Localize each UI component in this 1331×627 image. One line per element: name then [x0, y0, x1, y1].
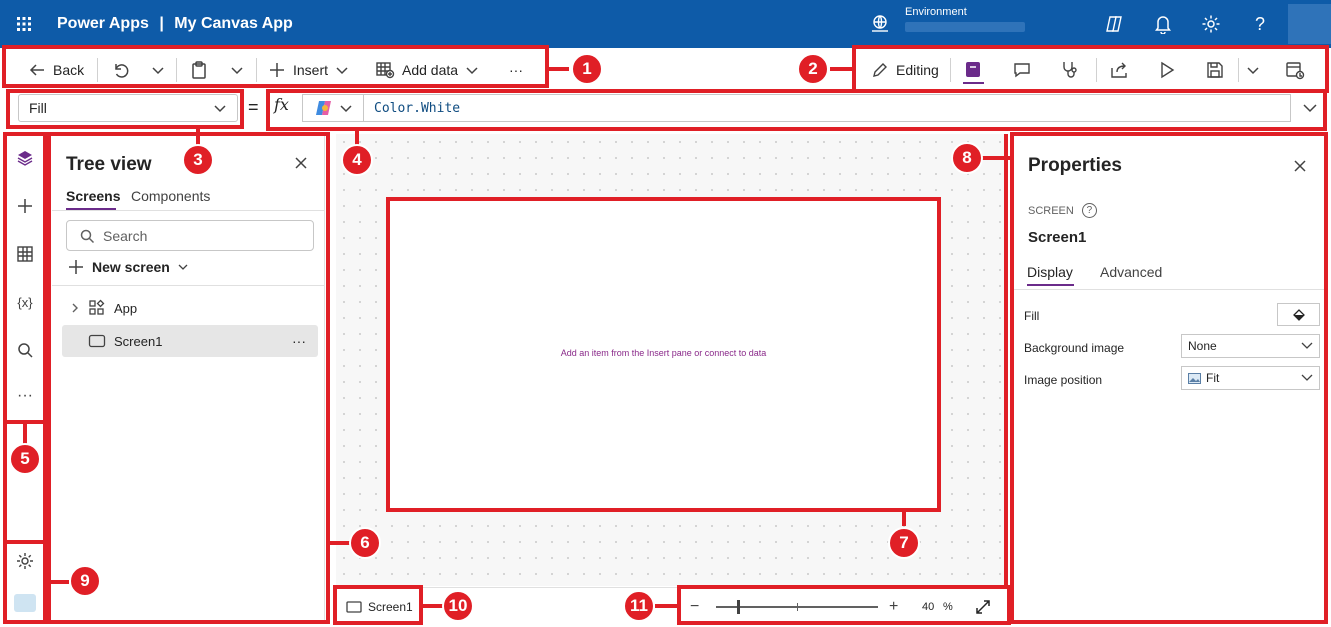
callout-badge-8: 8 [951, 142, 983, 174]
callout-leader [47, 580, 69, 584]
callout-badge-4: 4 [341, 144, 373, 176]
environment-value-blurred[interactable] [905, 22, 1025, 32]
callout-badge-1: 1 [571, 53, 603, 85]
app-header: Power Apps | My Canvas App Environment ? [0, 0, 1331, 48]
callout-leader [980, 156, 1010, 160]
callout-badge-10: 10 [442, 590, 474, 622]
callout-connector [3, 424, 7, 540]
callout-leader [355, 131, 359, 145]
callout-badge-3: 3 [182, 144, 214, 176]
callout-box-1 [2, 45, 549, 88]
callout-leader [549, 67, 569, 71]
help-icon[interactable]: ? [1248, 12, 1272, 36]
user-avatar-blurred[interactable] [1288, 4, 1331, 44]
waffle-icon[interactable] [10, 11, 38, 37]
callout-box-4 [266, 89, 1327, 131]
equals-sign: = [248, 97, 259, 117]
callout-leader [830, 67, 852, 71]
environment-icon[interactable] [868, 13, 892, 35]
callout-leader [330, 541, 350, 545]
callout-box-5 [3, 132, 47, 424]
callout-badge-9: 9 [69, 565, 101, 597]
canvas-hint-text: Add an item from the Insert pane or conn… [560, 348, 767, 358]
callout-box-2 [852, 45, 1329, 93]
callout-leader [902, 512, 906, 526]
callout-box-6 [47, 132, 330, 624]
product-name[interactable]: Power Apps [57, 15, 149, 32]
callout-box-9 [3, 540, 47, 624]
callout-badge-2: 2 [797, 53, 829, 85]
title-separator: | [159, 15, 164, 32]
callout-badge-5: 5 [9, 443, 41, 475]
callout-badge-7: 7 [888, 527, 920, 559]
copilot-icon[interactable] [1102, 12, 1126, 36]
app-title: Power Apps | My Canvas App [57, 15, 293, 33]
callout-connector [1004, 134, 1008, 586]
callout-leader [23, 424, 27, 444]
canvas-app-name: My Canvas App [174, 15, 293, 32]
callout-box-11 [677, 585, 1011, 625]
callout-box-3 [6, 89, 244, 129]
gear-icon[interactable] [1199, 12, 1223, 36]
callout-connector [43, 424, 47, 540]
bell-icon[interactable] [1151, 12, 1175, 36]
callout-badge-6: 6 [349, 527, 381, 559]
environment-label[interactable]: Environment [905, 6, 967, 18]
callout-leader [655, 604, 677, 608]
callout-box-10 [333, 585, 423, 625]
callout-badge-11: 11 [623, 590, 655, 622]
callout-box-8 [1010, 132, 1328, 624]
